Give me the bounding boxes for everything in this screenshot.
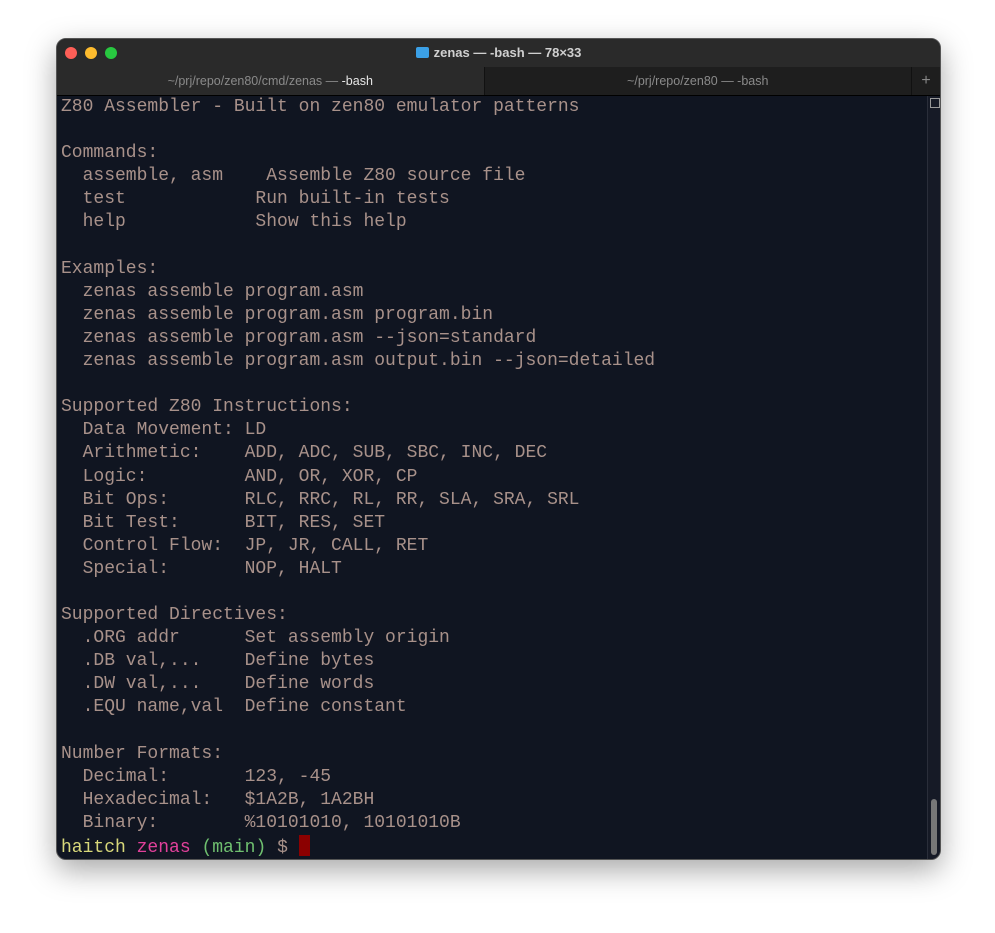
output-line: zenas assemble program.asm --json=standa… [61,327,537,348]
tab-path: ~/prj/repo/zen80/cmd/zenas — [167,74,342,88]
output-line: help Show this help [61,212,407,233]
output-line: Decimal: 123, -45 [61,766,332,787]
scroll-menu-icon[interactable] [930,98,940,108]
tab-zenas[interactable]: ~/prj/repo/zen80/cmd/zenas — -bash [57,67,485,95]
prompt-branch: (main) [201,838,267,858]
cursor [298,835,310,856]
output-line: zenas assemble program.asm output.bin --… [61,351,656,372]
output-line: Logic: AND, OR, XOR, CP [61,466,418,487]
prompt-line[interactable]: haitch zenas (main) $ [61,835,928,858]
output-line: Special: NOP, HALT [61,558,342,579]
output-line: Control Flow: JP, JR, CALL, RET [61,535,429,556]
output-line: Examples: [61,258,159,279]
prompt-user: haitch [61,838,126,858]
output-line: Bit Test: BIT, RES, SET [61,512,386,533]
output-line: zenas assemble program.asm [61,281,364,302]
output-line: Z80 Assembler - Built on zen80 emulator … [61,97,580,117]
tab-bar: ~/prj/repo/zen80/cmd/zenas — -bash ~/prj… [57,67,940,96]
terminal-output[interactable]: Z80 Assembler - Built on zen80 emulator … [57,96,928,859]
output-line: Bit Ops: RLC, RRC, RL, RR, SLA, SRA, SRL [61,489,580,510]
scrollbar[interactable] [927,96,940,859]
output-line: Commands: [61,143,159,164]
output-line: .EQU name,val Define constant [61,697,407,718]
output-line: Number Formats: [61,743,224,764]
window-title: zenas — -bash — 78×33 [57,45,940,60]
output-line: Data Movement: LD [61,420,267,441]
output-line: Binary: %10101010, 10101010B [61,812,461,833]
terminal-window: zenas — -bash — 78×33 ~/prj/repo/zen80/c… [56,38,941,860]
tab-zen80[interactable]: ~/prj/repo/zen80 — -bash [485,67,912,95]
tab-path: ~/prj/repo/zen80 — -bash [627,74,769,88]
output-line: assemble, asm Assemble Z80 source file [61,166,526,187]
prompt-dir: zenas [136,838,191,858]
output-line: Hexadecimal: $1A2B, 1A2BH [61,789,375,810]
output-line: zenas assemble program.asm program.bin [61,304,494,325]
title-bar: zenas — -bash — 78×33 [57,39,940,67]
output-line: test Run built-in tests [61,189,450,210]
output-line: .DW val,... Define words [61,674,375,695]
prompt-symbol: $ [277,838,288,858]
output-line: .DB val,... Define bytes [61,651,375,672]
output-line: Arithmetic: ADD, ADC, SUB, SBC, INC, DEC [61,443,548,464]
output-line: Supported Directives: [61,605,288,626]
new-tab-button[interactable]: + [911,67,940,95]
folder-icon [415,47,429,58]
scrollbar-thumb[interactable] [931,799,937,855]
tab-process: -bash [341,74,373,88]
output-line: .ORG addr Set assembly origin [61,628,450,649]
output-line: Supported Z80 Instructions: [61,397,353,418]
window-title-text: zenas — -bash — 78×33 [433,45,582,60]
